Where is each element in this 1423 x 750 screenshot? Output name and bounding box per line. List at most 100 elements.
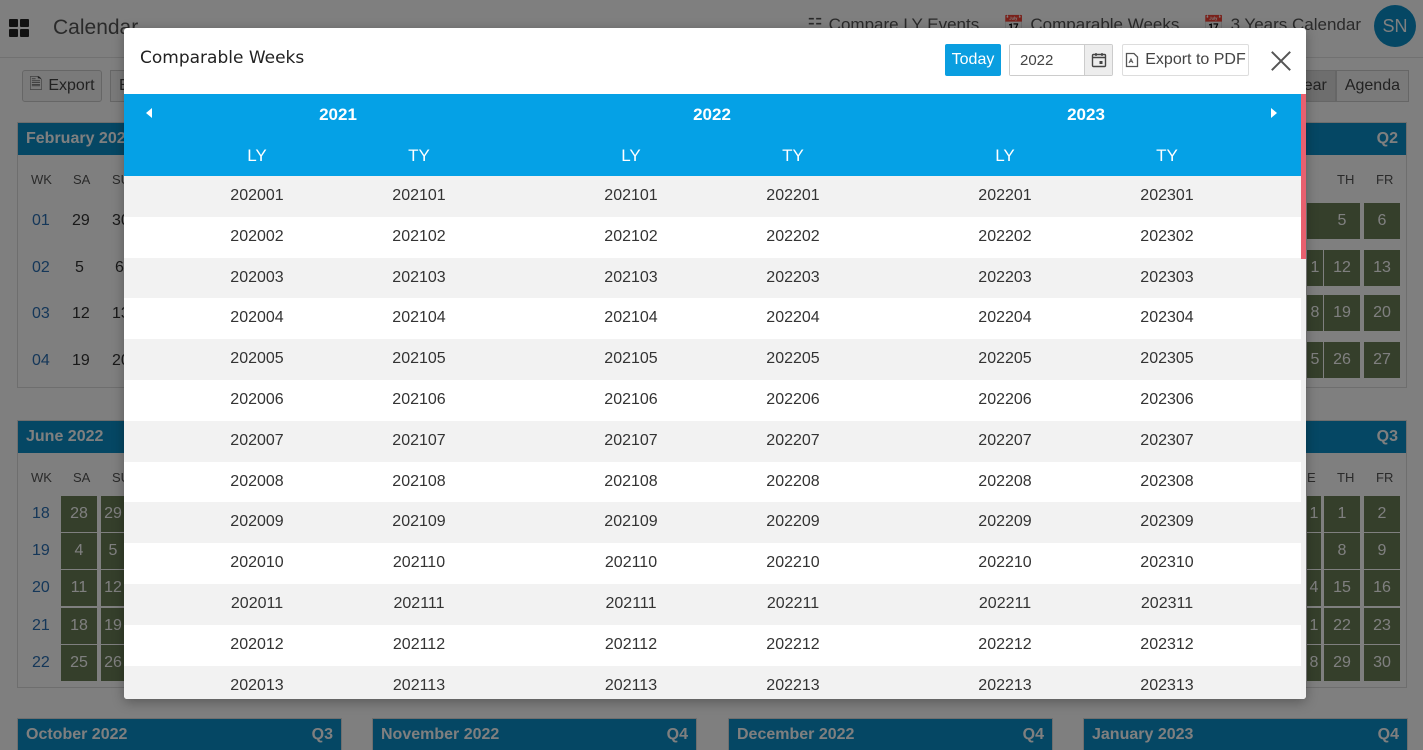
week-cell: 202210 xyxy=(978,554,1032,572)
week-cell: 202212 xyxy=(978,635,1032,653)
table-row: 202005 202105 202105 202205 202205 202305 xyxy=(124,339,1301,380)
table-row: 202004 202104 202104 202204 202204 202304 xyxy=(124,298,1301,339)
week-cell: 202112 xyxy=(604,635,658,653)
week-cell: 202204 xyxy=(766,309,820,327)
week-cell: 202010 xyxy=(230,554,284,572)
week-cell: 202302 xyxy=(1140,227,1194,245)
week-cell: 202113 xyxy=(392,676,446,694)
table-row: 202003 202103 202103 202203 202203 202303 xyxy=(124,257,1301,299)
close-icon[interactable] xyxy=(1270,50,1292,72)
week-cell: 202304 xyxy=(1140,309,1194,327)
week-cell: 202207 xyxy=(978,431,1032,449)
week-cell: 202305 xyxy=(1140,350,1194,368)
week-cell: 202109 xyxy=(604,513,658,531)
pdf-file-icon xyxy=(1126,52,1139,68)
week-cell: 202102 xyxy=(604,227,658,245)
week-cell: 202311 xyxy=(1140,594,1194,612)
scrollbar-thumb[interactable] xyxy=(1301,94,1306,259)
week-cell: 202301 xyxy=(1140,187,1194,204)
table-row: 202010 202110 202110 202210 202210 202310 xyxy=(124,543,1301,584)
column-header-ly: LY xyxy=(995,146,1015,165)
week-cell: 202111 xyxy=(605,594,657,612)
calendar-picker-button[interactable] xyxy=(1084,45,1112,75)
year-picker xyxy=(1009,44,1113,76)
week-cell: 202101 xyxy=(392,187,446,204)
week-cell: 202203 xyxy=(978,268,1032,286)
year-input[interactable] xyxy=(1010,45,1084,75)
week-cell: 202113 xyxy=(604,676,658,694)
year-header: 2022 xyxy=(693,105,731,124)
table-row: 202002 202102 202102 202202 202202 202302 xyxy=(124,217,1301,258)
year-header: 2021 xyxy=(319,105,357,124)
week-cell: 202110 xyxy=(604,554,658,572)
week-cell: 202209 xyxy=(978,513,1032,531)
column-header-ty: TY xyxy=(782,146,804,165)
week-cell: 202303 xyxy=(1140,268,1194,286)
week-cell: 202107 xyxy=(604,431,658,449)
week-cell: 202201 xyxy=(978,187,1032,204)
today-button[interactable]: Today xyxy=(945,44,1001,76)
prev-arrow-icon[interactable] xyxy=(146,108,152,118)
week-cell: 202108 xyxy=(604,472,658,490)
year-header: 2023 xyxy=(1067,105,1105,124)
week-cell: 202005 xyxy=(230,350,284,368)
week-cell: 202211 xyxy=(766,594,820,612)
week-cell: 202013 xyxy=(230,676,284,694)
week-cell: 202309 xyxy=(1140,513,1194,531)
week-cell: 202104 xyxy=(392,309,446,327)
week-cell: 202210 xyxy=(766,554,820,572)
week-cell: 202006 xyxy=(230,390,284,408)
week-cell: 202208 xyxy=(766,472,820,490)
next-arrow-icon[interactable] xyxy=(1271,108,1277,118)
week-cell: 202205 xyxy=(978,350,1032,368)
week-cell: 202313 xyxy=(1140,676,1194,694)
week-cell: 202102 xyxy=(392,227,446,245)
week-cell: 202003 xyxy=(230,268,284,286)
week-cell: 202103 xyxy=(392,268,446,286)
calendar-icon xyxy=(1091,53,1106,68)
week-cell: 202105 xyxy=(604,350,658,368)
week-cell: 202203 xyxy=(766,268,820,286)
column-header-ly: LY xyxy=(621,146,641,165)
week-cell: 202111 xyxy=(393,594,445,612)
week-cell: 202004 xyxy=(230,309,284,327)
week-cell: 202104 xyxy=(604,309,658,327)
week-cell: 202007 xyxy=(230,431,284,449)
week-cell: 202011 xyxy=(230,594,284,612)
week-cell: 202202 xyxy=(766,227,820,245)
week-cell: 202101 xyxy=(604,187,658,204)
week-cell: 202307 xyxy=(1140,431,1194,449)
column-header-ty: TY xyxy=(408,146,430,165)
week-cell: 202205 xyxy=(766,350,820,368)
week-cell: 202107 xyxy=(392,431,446,449)
week-cell: 202106 xyxy=(392,390,446,408)
table-row: 202001 202101 202101 202201 202201 202301 xyxy=(124,176,1301,217)
week-cell: 202213 xyxy=(766,676,820,694)
week-cell: 202308 xyxy=(1140,472,1194,490)
table-scrollbar[interactable] xyxy=(1301,94,1306,699)
table-row: 202006 202106 202106 202206 202206 202306 xyxy=(124,380,1301,421)
week-cell: 202201 xyxy=(766,187,820,204)
week-cell: 202212 xyxy=(766,635,820,653)
week-cell: 202008 xyxy=(230,472,284,490)
week-cell: 202209 xyxy=(766,513,820,531)
week-cell: 202001 xyxy=(230,187,284,204)
table-row: 202011 202111 202111 202211 202211 202311 xyxy=(124,583,1301,625)
week-cell: 202202 xyxy=(978,227,1032,245)
column-header-ty: TY xyxy=(1156,146,1178,165)
week-cell: 202012 xyxy=(230,635,284,653)
week-cell: 202108 xyxy=(392,472,446,490)
comparison-table-header: 2021 2022 2023 LY TY LY TY LY TY xyxy=(124,94,1301,176)
table-row: 202007 202107 202107 202207 202207 202307 xyxy=(124,420,1301,462)
week-cell: 202105 xyxy=(392,350,446,368)
week-cell: 202206 xyxy=(766,390,820,408)
week-cell: 202103 xyxy=(604,268,658,286)
week-cell: 202306 xyxy=(1140,390,1194,408)
week-cell: 202112 xyxy=(392,635,446,653)
comparable-weeks-modal: Comparable Weeks Today Export to PDF 202… xyxy=(124,28,1306,699)
week-cell: 202310 xyxy=(1140,554,1194,572)
week-cell: 202207 xyxy=(766,431,820,449)
export-to-pdf-button[interactable]: Export to PDF xyxy=(1122,44,1249,76)
week-cell: 202206 xyxy=(978,390,1032,408)
week-cell: 202109 xyxy=(392,513,446,531)
